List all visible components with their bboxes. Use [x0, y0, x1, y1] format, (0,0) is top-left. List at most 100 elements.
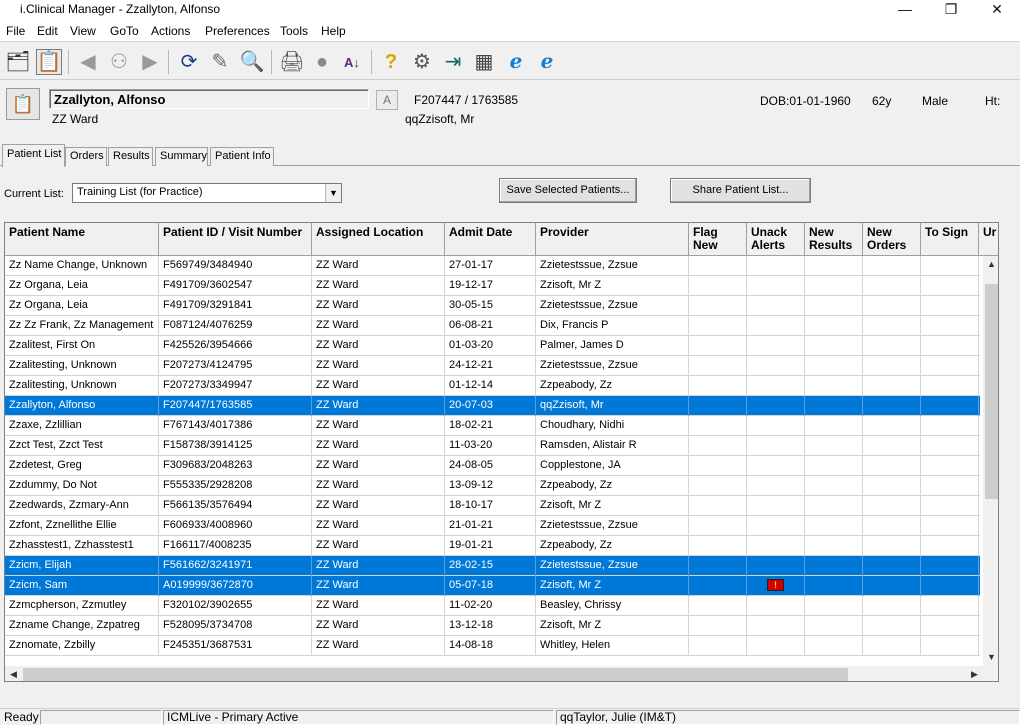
col-new-orders[interactable]: New Orders: [863, 223, 921, 256]
alert-a-button[interactable]: A: [376, 90, 398, 110]
scroll-down-icon[interactable]: ▼: [983, 649, 998, 666]
sort-az-icon[interactable]: A↓: [339, 49, 365, 75]
menu-preferences[interactable]: Preferences: [205, 24, 270, 38]
table-row[interactable]: Zzicm, Sam A019999/3672870 ZZ Ward 05-07-18…: [5, 576, 988, 596]
col-provider[interactable]: Provider: [536, 223, 689, 256]
cell-patient-id: F767143/4017386: [159, 416, 312, 436]
cell-to-sign: [921, 516, 979, 536]
menu-tools[interactable]: Tools: [280, 24, 308, 38]
cell-flag-new: [689, 376, 747, 396]
scroll-left-icon[interactable]: ◀: [5, 666, 22, 681]
cell-provider: Zzpeabody, Zz: [536, 476, 689, 496]
table-row[interactable]: Zz Name Change, Unknown F569749/3484940 ZZ…: [5, 256, 988, 276]
minimize-button[interactable]: —: [882, 0, 928, 21]
menu-file[interactable]: File: [6, 24, 25, 38]
cell-to-sign: [921, 396, 979, 416]
cell-new-results: [805, 276, 863, 296]
menu-actions[interactable]: Actions: [151, 24, 190, 38]
col-urgent[interactable]: Ur: [979, 223, 998, 256]
table-row[interactable]: Zzaxe, Zzlillian F767143/4017386 ZZ Ward 18…: [5, 416, 988, 436]
table-row[interactable]: Zz Organa, Leia F491709/3291841 ZZ Ward 30-…: [5, 296, 988, 316]
cell-to-sign: [921, 436, 979, 456]
share-patient-list-button[interactable]: Share Patient List...: [670, 178, 811, 203]
tab-patient-info[interactable]: Patient Info: [210, 147, 274, 166]
chevron-down-icon[interactable]: ▼: [325, 184, 341, 202]
menu-goto[interactable]: GoTo: [110, 24, 139, 38]
cell-new-orders: [863, 316, 921, 336]
cell-flag-new: [689, 276, 747, 296]
vertical-scrollbar[interactable]: ▲ ▼: [983, 256, 998, 666]
table-row[interactable]: Zzdetest, Greg F309683/2048263 ZZ Ward 24-0…: [5, 456, 988, 476]
alert-flag-icon[interactable]: !: [767, 579, 784, 591]
col-flag-new[interactable]: Flag New: [689, 223, 747, 256]
menu-help[interactable]: Help: [321, 24, 346, 38]
table-row[interactable]: Zzfont, Zznellithe Ellie F606933/4008960 Z…: [5, 516, 988, 536]
cell-to-sign: [921, 336, 979, 356]
col-patient-name[interactable]: Patient Name: [5, 223, 159, 256]
refresh-icon[interactable]: ⟳: [176, 49, 202, 75]
tab-results[interactable]: Results: [108, 147, 153, 166]
browser-icon[interactable]: ℯ: [503, 49, 529, 75]
current-list-select[interactable]: Training List (for Practice) ▼: [72, 183, 342, 203]
table-row[interactable]: Zznomate, Zzbilly F245351/3687531 ZZ Ward 1…: [5, 636, 988, 656]
table-row[interactable]: Zzmcpherson, Zzmutley F320102/3902655 ZZ W…: [5, 596, 988, 616]
col-unack-alerts[interactable]: Unack Alerts: [747, 223, 805, 256]
table-row[interactable]: Zzdummy, Do Not F555335/2928208 ZZ Ward 13-…: [5, 476, 988, 496]
cell-admit-date: 13-09-12: [445, 476, 536, 496]
table-row[interactable]: Zzalitesting, Unknown F207273/3349947 ZZ W…: [5, 376, 988, 396]
cell-new-results: [805, 356, 863, 376]
tab-orders[interactable]: Orders: [65, 147, 107, 166]
cell-patient-name: Zzalitesting, Unknown: [5, 376, 159, 396]
forward-arrow-icon[interactable]: ▶: [137, 49, 163, 75]
cell-to-sign: [921, 356, 979, 376]
people-icon[interactable]: ⚇: [106, 49, 132, 75]
patient-sex: Male: [922, 94, 949, 108]
vertical-scroll-thumb[interactable]: [985, 284, 998, 499]
horizontal-scrollbar[interactable]: ◀ ▶: [5, 666, 983, 681]
table-row[interactable]: Zz Zz Frank, Zz Management F087124/407625…: [5, 316, 988, 336]
browser-icon-2[interactable]: ℯ: [534, 49, 560, 75]
cell-flag-new: [689, 536, 747, 556]
help-icon[interactable]: ?: [378, 49, 404, 75]
tab-summary[interactable]: Summary: [155, 147, 208, 166]
menu-edit[interactable]: Edit: [37, 24, 58, 38]
menu-view[interactable]: View: [70, 24, 96, 38]
col-to-sign[interactable]: To Sign: [921, 223, 979, 256]
save-selected-patients-button[interactable]: Save Selected Patients...: [499, 178, 637, 203]
search-icon[interactable]: 🔍: [239, 49, 265, 75]
table-row[interactable]: Zzedwards, Zzmary-Ann F566135/3576494 ZZ W…: [5, 496, 988, 516]
patient-details-button[interactable]: 📋: [6, 88, 40, 120]
print-icon[interactable]: 🖨: [279, 49, 305, 75]
table-row[interactable]: Zzallyton, Alfonso F207447/1763585 ZZ Ward…: [5, 396, 988, 416]
cell-patient-id: F207273/3349947: [159, 376, 312, 396]
exit-icon[interactable]: ⇥: [440, 49, 466, 75]
scroll-up-icon[interactable]: ▲: [983, 256, 998, 273]
close-button[interactable]: ✕: [974, 0, 1020, 21]
table-row[interactable]: Zzct Test, Zzct Test F158738/3914125 ZZ Wa…: [5, 436, 988, 456]
maximize-button[interactable]: ❐: [928, 0, 974, 21]
table-row[interactable]: Zz Organa, Leia F491709/3602547 ZZ Ward 19-…: [5, 276, 988, 296]
patient-list-icon[interactable]: 🗂: [5, 49, 31, 75]
horizontal-scroll-thumb[interactable]: [23, 668, 848, 681]
table-row[interactable]: Zzname Change, Zzpatreg F528095/3734708 ZZ…: [5, 616, 988, 636]
col-assigned-location[interactable]: Assigned Location: [312, 223, 445, 256]
record-icon[interactable]: ●: [309, 49, 335, 75]
cell-admit-date: 18-02-21: [445, 416, 536, 436]
cell-patient-id: F491709/3602547: [159, 276, 312, 296]
calculator-icon[interactable]: ▦: [471, 49, 497, 75]
settings-icon[interactable]: ⚙: [409, 49, 435, 75]
patient-select-icon[interactable]: 📋: [36, 49, 62, 75]
tab-patient-list[interactable]: Patient List: [2, 144, 65, 167]
notes-icon[interactable]: ✎: [207, 49, 233, 75]
table-row[interactable]: Zzhasstest1, Zzhasstest1 F166117/4008235 Z…: [5, 536, 988, 556]
col-new-results[interactable]: New Results: [805, 223, 863, 256]
cell-new-orders: [863, 496, 921, 516]
table-row[interactable]: Zzalitest, First On F425526/3954666 ZZ War…: [5, 336, 988, 356]
table-row[interactable]: Zzicm, Elijah F561662/3241971 ZZ Ward 28-02…: [5, 556, 988, 576]
cell-to-sign: [921, 256, 979, 276]
back-arrow-icon[interactable]: ◀: [75, 49, 101, 75]
scroll-right-icon[interactable]: ▶: [966, 666, 983, 681]
col-admit-date[interactable]: Admit Date: [445, 223, 536, 256]
col-patient-id[interactable]: Patient ID / Visit Number: [159, 223, 312, 256]
table-row[interactable]: Zzalitesting, Unknown F207273/4124795 ZZ W…: [5, 356, 988, 376]
